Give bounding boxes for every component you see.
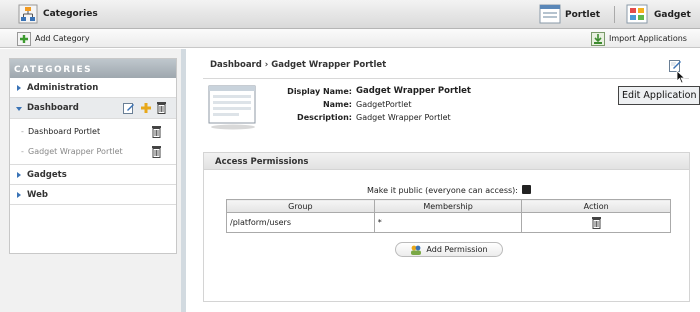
name-row: Name: GadgetPortlet — [191, 100, 700, 111]
category-dashboard[interactable]: Dashboard — [10, 98, 176, 119]
page-title: Categories — [43, 9, 98, 19]
category-list: CATEGORIES Administration Dashboard - Da… — [9, 58, 177, 254]
portlet-label: Portlet — [565, 10, 601, 20]
display-name-value: Gadget Wrapper Portlet — [356, 86, 471, 96]
add-permission-button[interactable]: Add Permission — [395, 242, 503, 257]
add-permission-icon — [411, 245, 422, 255]
delete-category-icon[interactable] — [156, 101, 167, 114]
category-gadgets[interactable]: Gadgets — [10, 165, 176, 185]
add-category-button[interactable]: Add Category — [17, 31, 90, 46]
application-item[interactable]: - Dashboard Portlet — [10, 122, 176, 142]
mouse-cursor-icon — [676, 70, 686, 84]
make-public-label: Make it public (everyone can access): — [367, 186, 518, 195]
dashboard-application-list: - Dashboard Portlet - Gadget Wrapper Por… — [10, 119, 176, 165]
application-item-selected[interactable]: - Gadget Wrapper Portlet — [10, 142, 176, 162]
caret-right-icon — [17, 85, 21, 91]
add-category-label: Add Category — [35, 34, 90, 43]
application-label: Gadget Wrapper Portlet — [28, 147, 123, 156]
membership-cell: * — [373, 212, 523, 233]
display-name-label: Display Name: — [287, 87, 352, 96]
import-icon — [591, 31, 605, 46]
gadget-tab-button[interactable]: Gadget — [626, 4, 696, 25]
category-sidebar: CATEGORIES Administration Dashboard - Da… — [0, 49, 186, 312]
category-label: Gadgets — [27, 170, 67, 180]
categories-header: CATEGORIES — [10, 59, 176, 78]
description-value: Gadget Wrapper Portlet — [356, 113, 451, 122]
name-value: GadgetPortlet — [356, 100, 412, 109]
category-web[interactable]: Web — [10, 185, 176, 205]
group-cell: /platform/users — [226, 212, 375, 233]
caret-down-icon — [16, 107, 22, 111]
gadget-icon — [626, 4, 648, 24]
category-label: Web — [27, 190, 48, 200]
add-permission-label: Add Permission — [426, 245, 488, 254]
edit-category-icon[interactable] — [123, 102, 135, 114]
access-permissions-section: Access Permissions Make it public (every… — [203, 152, 690, 302]
caret-right-icon — [17, 172, 21, 178]
column-header-membership: Membership — [373, 199, 523, 213]
make-public-checkbox[interactable] — [522, 185, 531, 194]
portlet-tab-button[interactable]: Portlet — [539, 4, 601, 25]
caret-right-icon — [17, 192, 21, 198]
portlet-icon — [539, 4, 561, 24]
bullet-icon: - — [21, 127, 24, 136]
breadcrumb: Dashboard › Gadget Wrapper Portlet — [210, 60, 387, 70]
toolbar-divider — [614, 6, 615, 23]
category-label: Dashboard — [27, 103, 79, 113]
access-permissions-title: Access Permissions — [204, 153, 689, 170]
category-administration[interactable]: Administration — [10, 78, 176, 98]
import-applications-label: Import Applications — [609, 34, 687, 43]
action-bar: Add Category Import Applications — [0, 29, 700, 48]
permissions-table: Group Membership Action /platform/users … — [226, 199, 671, 233]
delete-application-icon[interactable] — [151, 125, 162, 138]
gadget-label: Gadget — [654, 10, 691, 20]
import-applications-button[interactable]: Import Applications — [591, 31, 687, 46]
column-header-action: Action — [521, 199, 671, 213]
category-label: Administration — [27, 83, 99, 93]
column-header-group: Group — [226, 199, 375, 213]
top-toolbar: Categories Portlet Gadget — [0, 0, 700, 29]
display-name-row: Display Name: Gadget Wrapper Portlet — [191, 86, 700, 98]
table-row: /platform/users * — [226, 212, 671, 233]
add-category-icon — [17, 31, 31, 46]
table-header-row: Group Membership Action — [226, 199, 671, 213]
description-row: Description: Gadget Wrapper Portlet — [191, 113, 700, 124]
name-label: Name: — [322, 100, 352, 109]
application-detail-panel: Dashboard › Gadget Wrapper Portlet Edit … — [191, 49, 700, 312]
bullet-icon: - — [21, 147, 24, 156]
description-label: Description: — [297, 113, 352, 122]
delete-permission-icon[interactable] — [591, 216, 602, 229]
header-divider — [203, 78, 689, 79]
delete-application-icon[interactable] — [151, 145, 162, 158]
application-label: Dashboard Portlet — [28, 127, 101, 136]
add-application-icon[interactable] — [140, 102, 152, 114]
categories-icon — [18, 4, 38, 24]
action-cell — [521, 212, 671, 233]
